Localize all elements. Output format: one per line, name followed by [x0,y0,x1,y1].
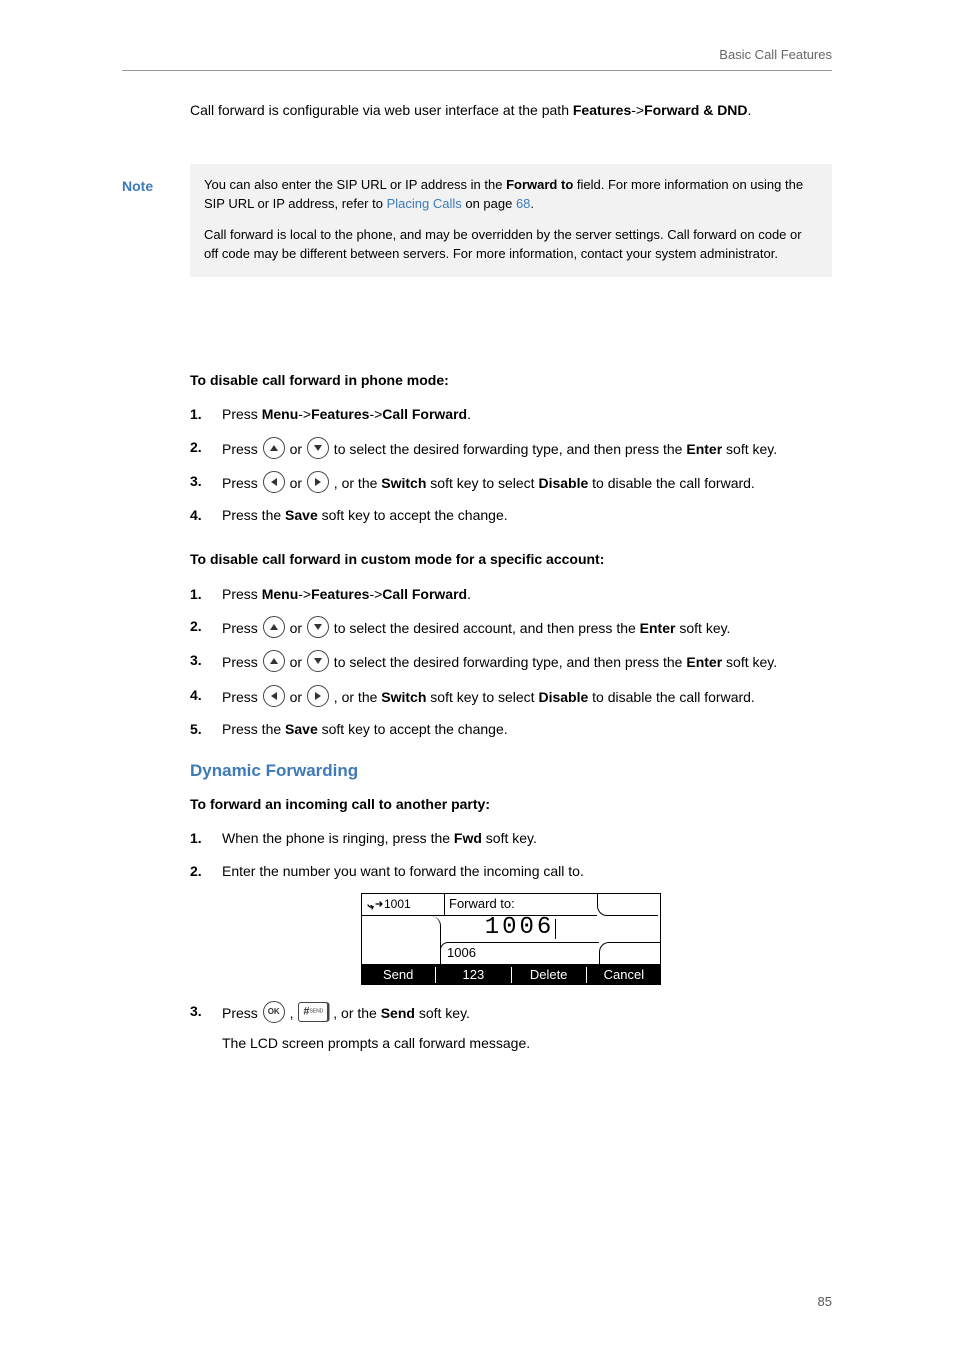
heading-custom-mode: To disable call forward in custom mode f… [190,549,832,569]
step: 1. When the phone is ringing, press the … [190,828,832,848]
step: 3. Press or , or the Switch soft key to … [190,471,832,493]
page-number: 85 [818,1293,832,1312]
step: 2. Press or to select the desired forwar… [190,437,832,459]
heading-phone-mode: To disable call forward in phone mode: [190,370,832,390]
page-link[interactable]: 68 [516,196,530,211]
note-label: Note [122,176,153,196]
intro-para: Call forward is configurable via web use… [190,100,832,120]
down-arrow-key-icon [307,616,329,638]
right-arrow-key-icon [307,471,329,493]
step: 3. Press OK , #SEND , or the Send soft k… [190,1001,832,1054]
heading-dynamic-forwarding: Dynamic Forwarding [190,759,832,784]
softkey-send[interactable]: Send [362,965,434,985]
left-arrow-key-icon [263,685,285,707]
softkey-cancel[interactable]: Cancel [588,965,660,985]
step: 1. Press Menu->Features->Call Forward. [190,584,832,604]
step: 1. Press Menu->Features->Call Forward. [190,404,832,424]
softkey-123[interactable]: 123 [437,965,509,985]
placing-calls-link[interactable]: Placing Calls [387,196,462,211]
step: 2. Press or to select the desired accoun… [190,616,832,638]
pound-send-key-icon: #SEND [298,1002,328,1022]
step: 5. Press the Save soft key to accept the… [190,719,832,739]
ok-key-icon: OK [263,1001,285,1023]
up-arrow-key-icon [263,437,285,459]
down-arrow-key-icon [307,650,329,672]
step: 2. Enter the number you want to forward … [190,861,832,881]
lcd-softkey-bar: Send 123 Delete Cancel [361,965,661,985]
lcd-line-indicator: 1001 [362,894,445,916]
down-arrow-key-icon [307,437,329,459]
running-header: Basic Call Features [719,46,832,65]
up-arrow-key-icon [263,616,285,638]
heading-forward-incoming: To forward an incoming call to another p… [190,794,832,814]
step: 4. Press or , or the Switch soft key to … [190,685,832,707]
up-arrow-key-icon [263,650,285,672]
lcd-entered-number: 1006 [441,916,600,942]
note-box: You can also enter the SIP URL or IP add… [190,164,832,277]
phone-lcd-screenshot: 1001 Forward to: 1006 1006 Send [361,893,661,985]
step: 4. Press the Save soft key to accept the… [190,505,832,525]
left-arrow-key-icon [263,471,285,493]
lcd-small-number: 1006 [440,942,599,964]
header-rule [122,70,832,71]
step: 3. Press or to select the desired forwar… [190,650,832,672]
right-arrow-key-icon [307,685,329,707]
softkey-delete[interactable]: Delete [513,965,585,985]
